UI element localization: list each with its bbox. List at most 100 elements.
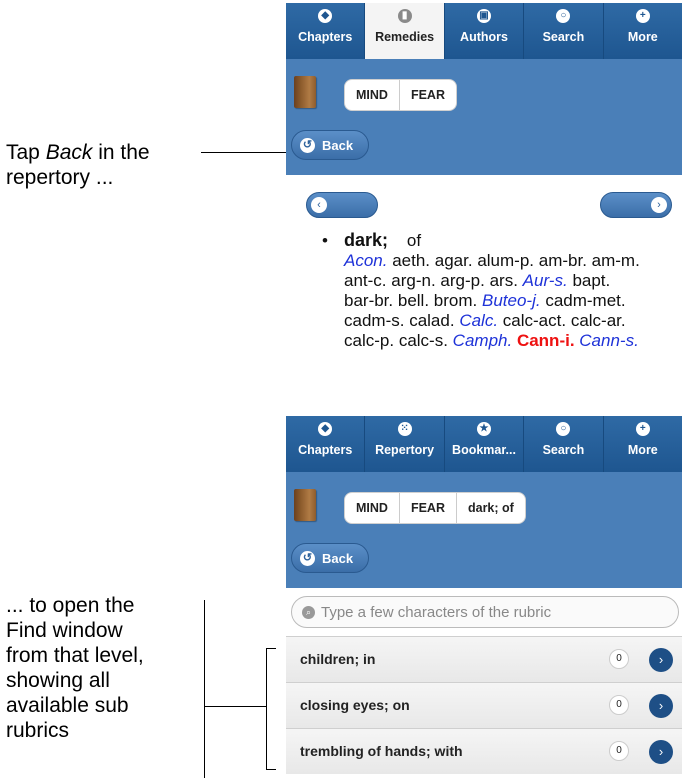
search-icon: ○ — [556, 422, 571, 436]
tab-chapters[interactable]: ◆ Chapters — [286, 416, 366, 472]
tab-label: Bookmar... — [452, 443, 516, 457]
remedy-abbreviation[interactable]: calc-p. — [344, 331, 394, 350]
tab-repertory[interactable]: ⁙ Repertory — [365, 416, 445, 472]
chapters-icon: ◆ — [318, 422, 333, 436]
annotation-bottom-connector — [204, 706, 266, 707]
breadcrumb-mind[interactable]: MIND — [345, 493, 400, 523]
book-icon[interactable] — [294, 489, 316, 521]
tab-search[interactable]: ○ Search — [524, 416, 604, 472]
header-area: MIND FEAR dark; of ↺ Back — [286, 472, 682, 588]
annotation-bottom-bracket — [204, 600, 205, 778]
tab-label: Repertory — [375, 443, 435, 457]
next-button[interactable]: › — [600, 192, 672, 218]
list-item[interactable]: trembling of hands; with 0 › — [286, 728, 682, 774]
breadcrumb: MIND FEAR dark; of — [344, 492, 526, 524]
back-label: Back — [322, 550, 354, 566]
count-badge: 0 — [609, 649, 629, 669]
annotation-top-connector — [201, 152, 290, 153]
tab-label: More — [627, 443, 658, 457]
tab-bookmarks[interactable]: ★ Bookmar... — [445, 416, 525, 472]
list-item[interactable]: children; in 0 › — [286, 636, 682, 682]
search-area: ⌕ Type a few characters of the rubric — [286, 588, 682, 636]
back-button[interactable]: ↺ Back — [291, 130, 369, 160]
remedy-abbreviation[interactable]: am-br. — [539, 251, 587, 270]
plus-icon: + — [635, 422, 650, 436]
tab-more[interactable]: + More — [604, 416, 682, 472]
remedy-abbreviation[interactable]: Buteo-j. — [482, 291, 541, 310]
remedy-abbreviation[interactable]: Acon. — [344, 251, 387, 270]
breadcrumb-mind[interactable]: MIND — [345, 80, 400, 110]
tab-search[interactable]: ○ Search — [524, 3, 604, 59]
back-arrow-icon: ↺ — [300, 550, 315, 566]
tab-label: More — [627, 30, 658, 44]
authors-icon: ▣ — [477, 9, 492, 23]
back-button[interactable]: ↺ Back — [291, 543, 369, 573]
list-item-label: closing eyes; on — [300, 697, 410, 713]
breadcrumb: MIND FEAR — [344, 79, 457, 111]
chevron-right-icon: › — [651, 197, 667, 213]
remedy-abbreviation[interactable]: am-m. — [592, 251, 640, 270]
breadcrumb-fear[interactable]: FEAR — [400, 80, 456, 110]
remedy-abbreviation[interactable]: cadm-s. — [344, 311, 404, 330]
previous-button[interactable]: ‹ — [306, 192, 378, 218]
tab-more[interactable]: + More — [604, 3, 682, 59]
remedy-abbreviation[interactable]: calad. — [409, 311, 454, 330]
remedy-abbreviation[interactable]: calc-ar. — [571, 311, 626, 330]
chevron-left-icon: ‹ — [311, 197, 327, 213]
annotation-bottom-bracket-vertical — [266, 648, 267, 770]
breadcrumb-dark-of[interactable]: dark; of — [457, 493, 525, 523]
list-item[interactable]: closing eyes; on 0 › — [286, 682, 682, 728]
search-input[interactable]: ⌕ Type a few characters of the rubric — [291, 596, 679, 628]
remedy-abbreviation[interactable]: ant-c. — [344, 271, 387, 290]
book-icon[interactable] — [294, 76, 316, 108]
remedy-abbreviation[interactable]: calc-s. — [399, 331, 448, 350]
chevron-right-icon[interactable]: › — [649, 740, 673, 764]
list-item-label: children; in — [300, 651, 376, 667]
remedy-list: Acon. aeth. agar. alum-p. am-br. am-m. a… — [322, 251, 644, 351]
remedy-abbreviation[interactable]: Cann-s. — [579, 331, 639, 350]
remedy-abbreviation[interactable]: Aur-s. — [523, 271, 568, 290]
tab-chapters[interactable]: ◆ Chapters — [286, 3, 366, 59]
back-arrow-icon: ↺ — [300, 137, 315, 153]
annotation-bottom-tick-bottom — [266, 769, 276, 770]
chevron-right-icon[interactable]: › — [649, 694, 673, 718]
repertory-screen: ◆ Chapters ▮ Remedies ▣ Authors ○ Search + Mo… — [286, 3, 682, 388]
count-badge: 0 — [609, 741, 629, 761]
remedy-abbreviation[interactable]: alum-p. — [477, 251, 534, 270]
star-icon: ★ — [477, 422, 492, 436]
chevron-right-icon[interactable]: › — [649, 648, 673, 672]
chapters-icon: ◆ — [318, 9, 333, 23]
grid-icon: ⁙ — [397, 422, 412, 436]
remedy-abbreviation[interactable]: agar. — [435, 251, 473, 270]
remedy-abbreviation[interactable]: calc-act. — [503, 311, 566, 330]
tab-bar: ◆ Chapters ⁙ Repertory ★ Bookmar... ○ Search… — [286, 416, 682, 472]
remedy-abbreviation[interactable]: Calc. — [459, 311, 498, 330]
remedy-abbreviation[interactable]: ars. — [490, 271, 518, 290]
breadcrumb-fear[interactable]: FEAR — [400, 493, 457, 523]
remedy-abbreviation[interactable]: Camph. — [453, 331, 513, 350]
tab-label: Search — [542, 30, 585, 44]
tab-remedies[interactable]: ▮ Remedies — [365, 3, 445, 59]
plus-icon: + — [635, 9, 650, 23]
remedy-abbreviation[interactable]: bell. — [398, 291, 429, 310]
search-icon: ○ — [556, 9, 571, 23]
count-badge: 0 — [609, 695, 629, 715]
remedies-icon: ▮ — [397, 9, 412, 23]
remedy-abbreviation[interactable]: arg-n. — [391, 271, 435, 290]
bullet: • — [322, 231, 328, 250]
remedy-abbreviation[interactable]: Cann-i. — [517, 331, 575, 350]
annotation-bottom-tick-top — [266, 648, 276, 649]
rubric-entry: • dark; of Acon. aeth. agar. alum-p. am-b… — [322, 230, 652, 351]
remedy-abbreviation[interactable]: bar-br. — [344, 291, 393, 310]
annotation-top: Tap Back in the repertory ... — [6, 141, 150, 189]
remedy-abbreviation[interactable]: aeth. — [392, 251, 430, 270]
tab-bar: ◆ Chapters ▮ Remedies ▣ Authors ○ Search + Mo… — [286, 3, 682, 59]
annotation-bottom: ... to open the Find window from that le… — [6, 594, 144, 742]
remedy-abbreviation[interactable]: brom. — [434, 291, 477, 310]
tab-label: Search — [542, 443, 585, 457]
remedy-abbreviation[interactable]: bapt. — [572, 271, 610, 290]
tab-label: Chapters — [298, 443, 353, 457]
remedy-abbreviation[interactable]: arg-p. — [440, 271, 484, 290]
tab-authors[interactable]: ▣ Authors — [445, 3, 525, 59]
remedy-abbreviation[interactable]: cadm-met. — [545, 291, 625, 310]
